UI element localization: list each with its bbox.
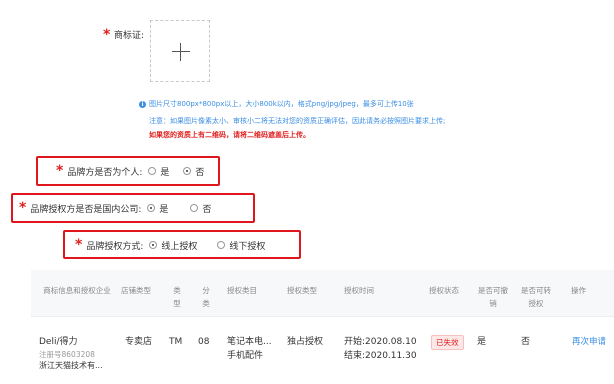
brand-personal-label: 品牌方是否为个人: — [67, 167, 143, 178]
radio-selected-icon — [147, 204, 156, 212]
auth-offline-radio[interactable]: 线下授权 — [217, 239, 265, 252]
col-header-auth-category: 授权类目 — [227, 286, 257, 295]
auth-category-2: 手机配件 — [227, 351, 264, 361]
pixel-warning-note: 注意：如果图片像素太小、审核小二将无法对您的资质正确评估，因此请务必按照图片要求… — [149, 117, 446, 125]
transferable-value: 否 — [521, 337, 531, 347]
table-row: Deli/得力 注册号8603208 浙江天猫技术有... 专卖店 TM 08 … — [31, 316, 614, 381]
type-value: TM — [169, 337, 183, 347]
col-header-shop-type: 店铺类型 — [121, 286, 151, 295]
auth-online-radio[interactable]: 线上授权 — [149, 239, 197, 252]
revocable-value: 是 — [477, 337, 487, 347]
col-header-auth-status: 授权状态 — [429, 286, 459, 295]
image-requirements-note: i 图片尺寸800px*800px以上，大小800k以内，格式png/jpg/j… — [139, 99, 414, 109]
required-mark: * — [19, 200, 27, 216]
col-header-transferable: 是否可转授权 — [521, 286, 551, 308]
required-mark: * — [75, 237, 83, 253]
status-badge: 已失效 — [431, 335, 464, 350]
col-header-auth-time: 授权时间 — [344, 286, 374, 295]
category-value: 08 — [198, 337, 210, 347]
radio-selected-icon — [183, 167, 192, 175]
domestic-company-row: * 品牌授权方是否是国内公司: 是 否 — [19, 199, 225, 217]
brand-name: Deli/得力 — [39, 337, 78, 347]
auth-method-row: * 品牌授权方式: 线上授权 线下授权 — [75, 236, 279, 254]
company-name: 浙江天猫技术有... — [39, 361, 103, 370]
radio-icon — [217, 241, 226, 249]
upload-image-button[interactable] — [150, 20, 210, 82]
domestic-company-label: 品牌授权方是否是国内公司: — [30, 204, 142, 215]
auth-category-1: 笔记本电... — [227, 337, 272, 347]
radio-icon — [148, 167, 157, 175]
auth-end-date: 结束:2020.11.30 — [344, 351, 417, 361]
brand-personal-yes-radio[interactable]: 是 — [148, 165, 169, 178]
auth-type: 独占授权 — [287, 337, 324, 347]
trademark-label: 商标证: — [114, 31, 145, 41]
brand-personal-no-radio[interactable]: 否 — [183, 165, 204, 178]
required-mark: * — [56, 163, 64, 179]
col-header-type: 类型 — [173, 286, 181, 308]
radio-icon — [190, 204, 199, 212]
auth-table: 商标信息和授权企业 店铺类型 类型 分类 授权类目 授权类型 授权时间 授权状态… — [31, 270, 614, 380]
domestic-company-no-radio[interactable]: 否 — [190, 202, 211, 215]
col-header-auth-type: 授权类型 — [287, 286, 317, 295]
col-header-revocable: 是否可撤销 — [478, 286, 508, 308]
brand-personal-row: * 品牌方是否为个人: 是 否 — [56, 162, 218, 180]
required-mark: * — [103, 27, 111, 43]
col-header-category: 分类 — [202, 286, 210, 308]
domestic-company-yes-radio[interactable]: 是 — [147, 202, 168, 215]
plus-icon — [172, 51, 190, 52]
radio-selected-icon — [149, 241, 158, 249]
col-header-trademark: 商标信息和授权企业 — [43, 286, 111, 295]
info-icon: i — [139, 100, 146, 108]
shop-type: 专卖店 — [125, 337, 153, 347]
reapply-link[interactable]: 再次申请 — [572, 335, 606, 349]
qrcode-warning-note: 如果您的资质上有二维码，请将二维码遮盖后上传。 — [149, 131, 310, 139]
auth-method-label: 品牌授权方式: — [86, 241, 144, 252]
auth-start-date: 开始:2020.08.10 — [344, 337, 417, 347]
col-header-action: 操作 — [571, 286, 586, 295]
